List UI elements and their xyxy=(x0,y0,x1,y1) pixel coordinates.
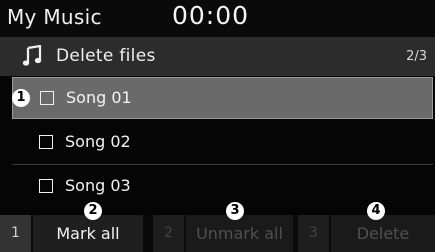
row-divider xyxy=(12,164,433,165)
callout-marker: 2 xyxy=(84,202,102,220)
header-title: Delete files xyxy=(56,46,156,66)
song-row[interactable]: Song 02 xyxy=(12,122,433,164)
callout-marker: 1 xyxy=(12,89,30,107)
song-row[interactable]: Song 01 xyxy=(12,77,433,119)
song-row[interactable]: Song 03 xyxy=(12,166,433,208)
softkey-number: 2 xyxy=(153,215,184,252)
song-label: Song 02 xyxy=(65,132,131,151)
status-bar: My Music 00:00 xyxy=(0,0,435,37)
list-header: Delete files 2/3 xyxy=(0,37,435,76)
delete-softkey[interactable]: 3 Delete xyxy=(298,215,435,252)
song-checkbox[interactable] xyxy=(40,91,54,105)
mark-all-button[interactable]: Mark all xyxy=(33,215,143,252)
song-label: Song 01 xyxy=(66,88,132,107)
clock: 00:00 xyxy=(172,1,250,30)
unmark-all-button[interactable]: Unmark all xyxy=(186,215,293,252)
song-checkbox[interactable] xyxy=(39,179,53,193)
softkey-bar: 1 Mark all 2 Unmark all 3 Delete xyxy=(0,215,435,252)
music-note-icon xyxy=(22,45,42,66)
unmark-all-softkey[interactable]: 2 Unmark all xyxy=(153,215,293,252)
callout-marker: 4 xyxy=(367,202,385,220)
page-indicator: 2/3 xyxy=(406,49,427,64)
song-label: Song 03 xyxy=(65,176,131,195)
softkey-number: 3 xyxy=(298,215,329,252)
app-title: My Music xyxy=(7,5,102,29)
softkey-number: 1 xyxy=(0,215,31,252)
song-checkbox[interactable] xyxy=(39,135,53,149)
delete-button[interactable]: Delete xyxy=(331,215,435,252)
callout-marker: 3 xyxy=(226,202,244,220)
mark-all-softkey[interactable]: 1 Mark all xyxy=(0,215,143,252)
